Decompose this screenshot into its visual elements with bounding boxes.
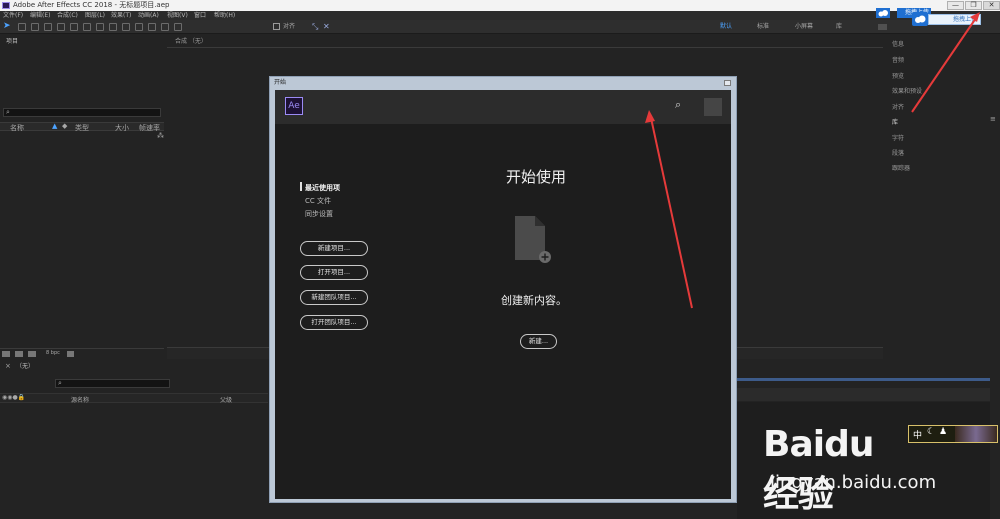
shirt-icon: ♟	[939, 427, 948, 437]
character-badge: 中 ☾ ♟	[908, 425, 998, 443]
moon-icon: ☾	[927, 427, 936, 437]
watermark-brand: Baidu经验	[763, 424, 874, 515]
character-avatar	[955, 426, 997, 442]
watermark-url: jingyan.baidu.com	[770, 472, 937, 493]
badge-text: 中	[913, 431, 923, 441]
